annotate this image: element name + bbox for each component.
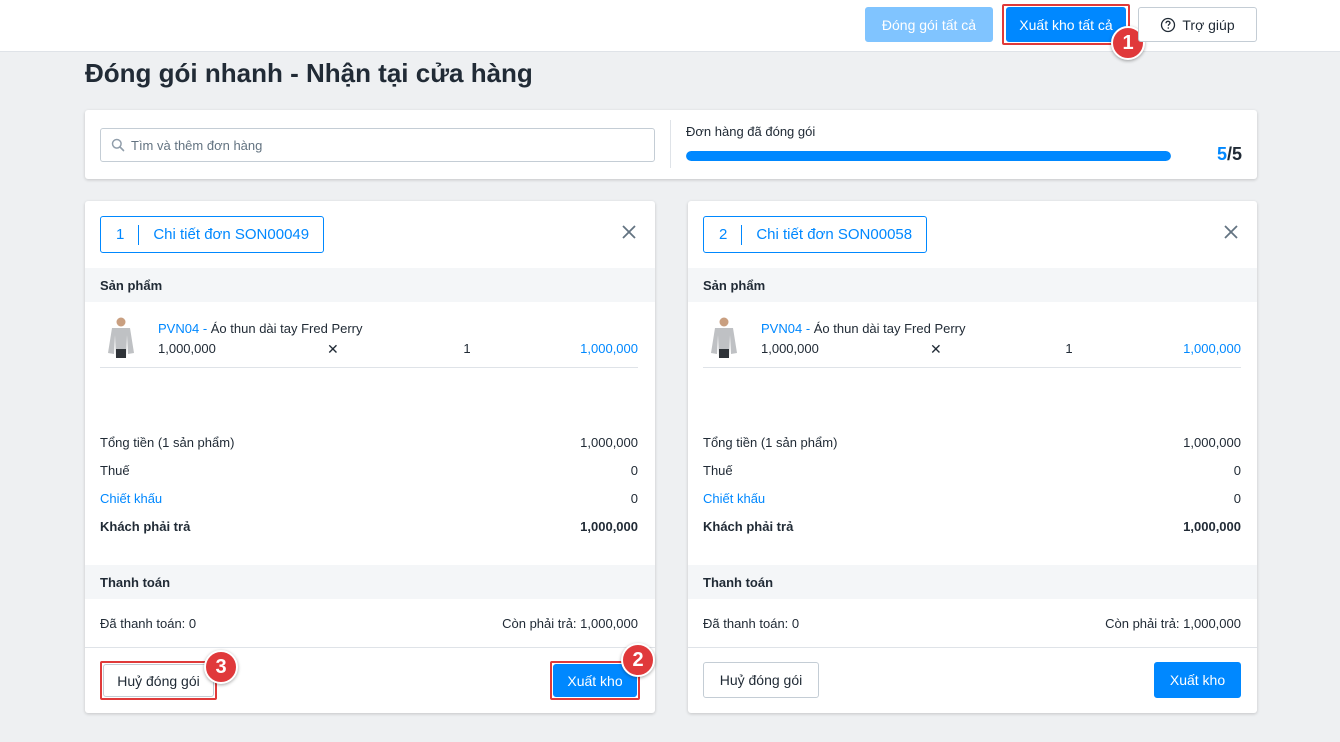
order-title-1[interactable]: 1 Chi tiết đơn SON00049 (100, 216, 325, 253)
tax-value: 0 (1233, 463, 1241, 478)
discount-link[interactable]: Chiết khấu (100, 491, 162, 506)
highlight-box-3 (100, 661, 217, 700)
product-name-line: PVN04 - Áo thun dài tay Fred Perry (761, 321, 966, 336)
annotation-badge-2: 2 (621, 643, 655, 677)
packed-progress-bar (686, 151, 1171, 161)
amount-due-label: Khách phải trả (100, 519, 191, 534)
pack-all-button[interactable]: Đóng gói tất cả (865, 7, 993, 42)
sku-separator: - (802, 321, 814, 336)
page-title: Đóng gói nhanh - Nhận tại cửa hàng (85, 58, 533, 88)
product-quantity: 1 (1065, 341, 1073, 356)
product-unit-price: 1,000,000 (761, 341, 819, 356)
amount-due-label: Khách phải trả (703, 519, 794, 534)
products-heading: Sản phẩm (688, 268, 1257, 302)
multiply-icon: ✕ (930, 341, 942, 357)
products-heading: Sản phẩm (85, 268, 655, 302)
packed-orders-label: Đơn hàng đã đóng gói (686, 124, 816, 139)
subtotal-value: 1,000,000 (1183, 435, 1241, 450)
help-button[interactable]: Trợ giúp (1138, 7, 1257, 42)
paid-amount: Đã thanh toán: 0 (100, 616, 197, 631)
order-title-2[interactable]: 2 Chi tiết đơn SON00058 (703, 216, 928, 253)
close-icon[interactable] (619, 222, 639, 242)
product-divider (100, 367, 638, 368)
search-input[interactable] (131, 137, 631, 153)
help-label: Trợ giúp (1182, 16, 1235, 33)
multiply-icon: ✕ (327, 341, 339, 357)
tax-label: Thuế (703, 463, 733, 478)
footer-divider (85, 647, 655, 648)
product-name-line: PVN04 - Áo thun dài tay Fred Perry (158, 321, 363, 336)
product-unit-price: 1,000,000 (158, 341, 216, 356)
remaining-amount: Còn phải trả: 1,000,000 (1105, 616, 1241, 631)
discount-value: 0 (1233, 491, 1241, 506)
order-index: 2 (719, 224, 743, 245)
subtotal-value: 1,000,000 (580, 435, 638, 450)
order-title-label: Chi tiết đơn SON00058 (756, 226, 913, 243)
order-index: 1 (116, 224, 140, 245)
packed-done: 5 (1216, 144, 1227, 164)
packed-count: 5/5 (1190, 144, 1242, 165)
product-sku-link[interactable]: PVN04 (158, 321, 199, 336)
help-icon (1161, 17, 1176, 32)
export-stock-button[interactable]: Xuất kho (1154, 662, 1241, 698)
search-icon (111, 138, 125, 152)
amount-due-value: 1,000,000 (1183, 519, 1241, 534)
panel-divider (670, 120, 671, 168)
close-icon[interactable] (1221, 222, 1241, 242)
payment-heading: Thanh toán (688, 565, 1257, 599)
annotation-badge-3: 3 (204, 650, 238, 684)
order-title-label: Chi tiết đơn SON00049 (153, 226, 310, 243)
subtotal-label: Tổng tiền (1 sản phẩm) (100, 435, 235, 450)
product-line-total: 1,000,000 (1183, 341, 1241, 356)
search-box[interactable] (100, 128, 655, 162)
discount-value: 0 (630, 491, 638, 506)
footer-divider (688, 647, 1257, 648)
remaining-amount: Còn phải trả: 1,000,000 (502, 616, 638, 631)
packed-progress-fill (686, 151, 1171, 161)
product-divider (703, 367, 1241, 368)
tax-label: Thuế (100, 463, 130, 478)
packed-total: /5 (1226, 144, 1242, 164)
product-thumbnail (103, 315, 139, 359)
tax-value: 0 (630, 463, 638, 478)
product-name: Áo thun dài tay Fred Perry (813, 321, 966, 336)
product-quantity: 1 (463, 341, 471, 356)
product-line-total: 1,000,000 (580, 341, 638, 356)
product-sku-link[interactable]: PVN04 (761, 321, 802, 336)
paid-amount: Đã thanh toán: 0 (703, 616, 800, 631)
product-thumbnail (706, 315, 742, 359)
cancel-packing-button[interactable]: Huỷ đóng gói (703, 662, 819, 698)
amount-due-value: 1,000,000 (580, 519, 638, 534)
subtotal-label: Tổng tiền (1 sản phẩm) (703, 435, 838, 450)
discount-link[interactable]: Chiết khấu (703, 491, 765, 506)
product-name: Áo thun dài tay Fred Perry (210, 321, 363, 336)
sku-separator: - (199, 321, 211, 336)
payment-heading: Thanh toán (85, 565, 655, 599)
